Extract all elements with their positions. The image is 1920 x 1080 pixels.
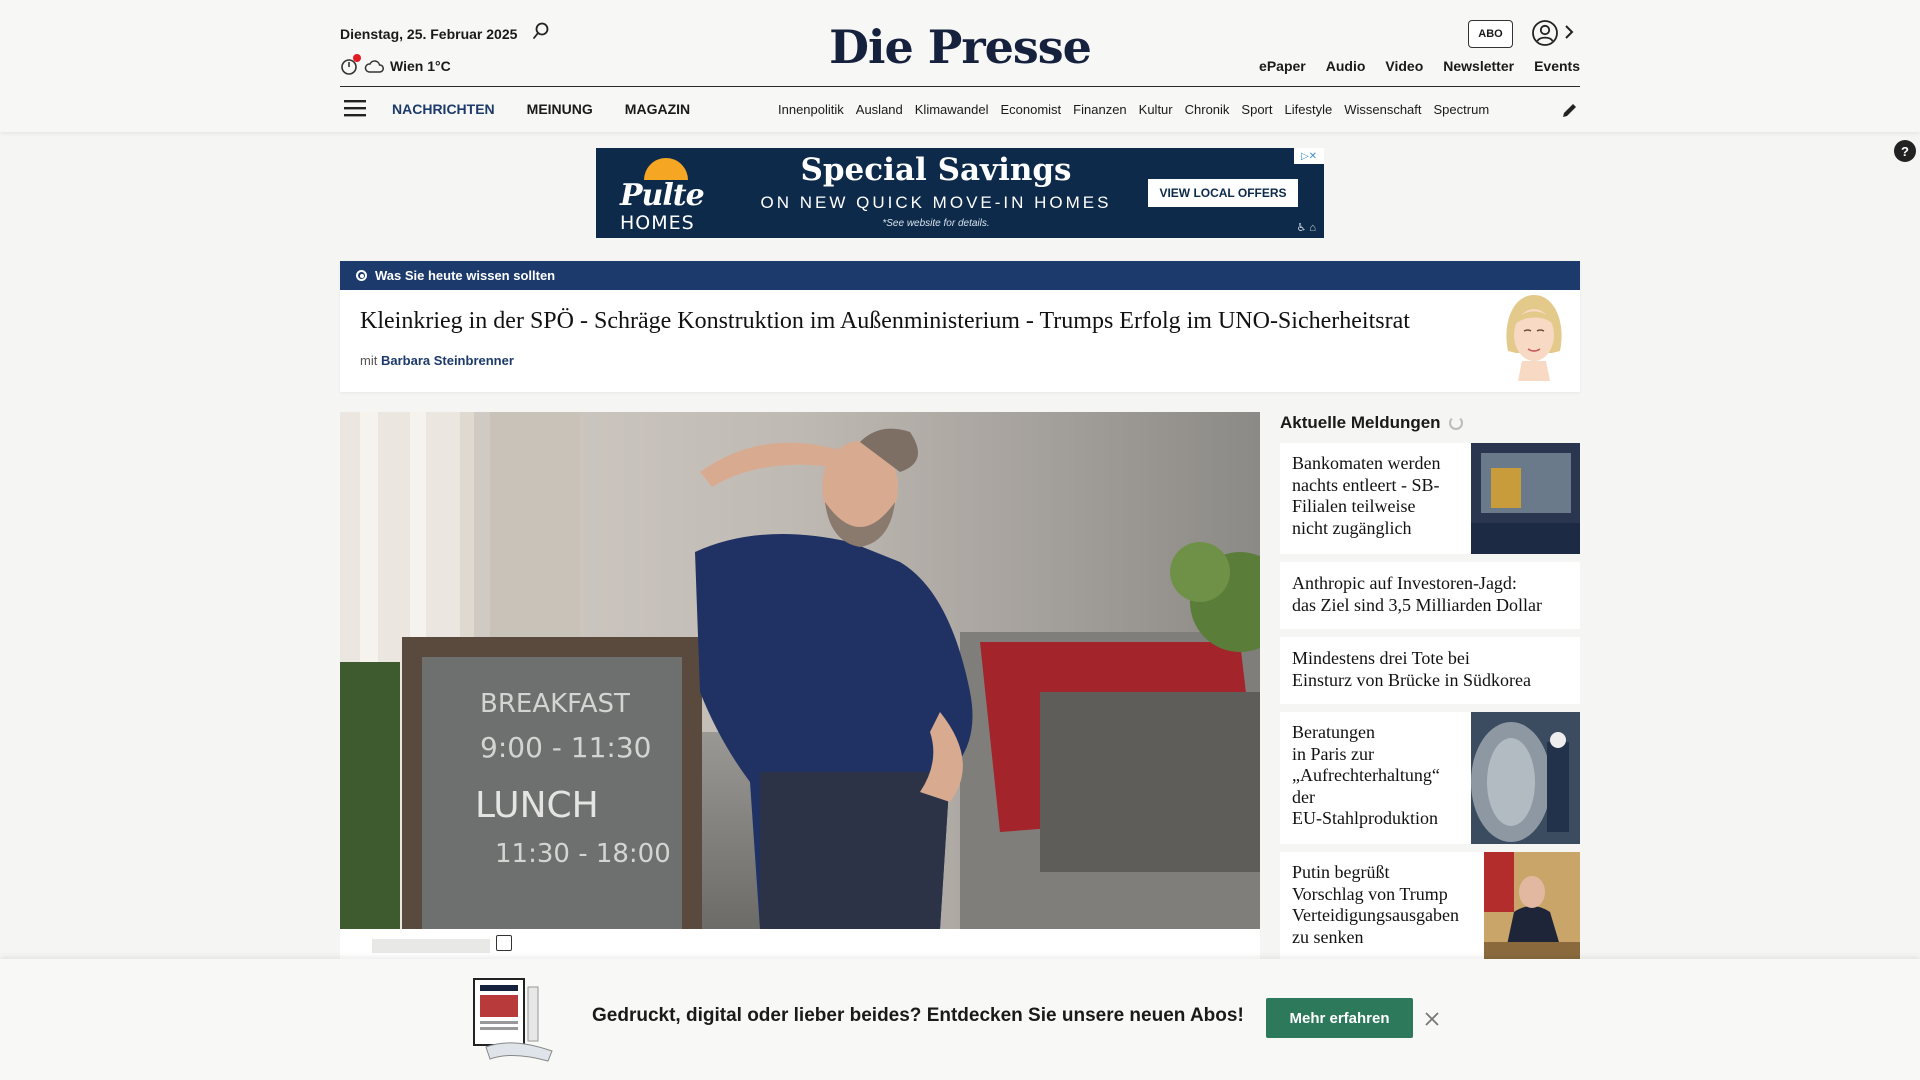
section-klimawandel[interactable]: Klimawandel <box>915 102 989 117</box>
news-item[interactable]: Beratungen in Paris zur „Aufrechterhaltu… <box>1280 712 1580 844</box>
section-wissenschaft[interactable]: Wissenschaft <box>1344 102 1421 117</box>
learn-more-button[interactable]: Mehr erfahren <box>1266 998 1413 1038</box>
news-item[interactable]: Bankomaten werden nachts entleert - SB- … <box>1280 443 1580 554</box>
site-header: Dienstag, 25. Februar 2025 Wien 1°C Die … <box>0 0 1920 132</box>
chalkboard-text-4: 11:30 - 18:00 <box>495 839 671 869</box>
news-title[interactable]: Beratungen in Paris zur „Aufrechterhaltu… <box>1292 722 1440 830</box>
link-audio[interactable]: Audio <box>1326 58 1366 74</box>
ad-brand-top: Pulte <box>620 178 705 213</box>
section-kultur[interactable]: Kultur <box>1139 102 1173 117</box>
news-thumbnail <box>1471 712 1580 844</box>
subscription-promo-bar: Gedruckt, digital oder lieber beides? En… <box>0 959 1920 1080</box>
link-newsletter[interactable]: Newsletter <box>1443 58 1514 74</box>
nav-magazin[interactable]: MAGAZIN <box>625 101 690 117</box>
live-dot-icon <box>356 270 367 281</box>
link-events[interactable]: Events <box>1534 58 1580 74</box>
news-thumbnail <box>1471 443 1580 554</box>
abo-button[interactable]: ABO <box>1468 20 1513 48</box>
chalkboard-text-3: LUNCH <box>475 785 599 826</box>
refresh-icon[interactable] <box>1448 416 1463 430</box>
news-item[interactable]: Putin begrüßt Vorschlag von Trump Vertei… <box>1280 852 1580 959</box>
news-item[interactable]: Mindestens drei Tote bei Einsturz von Br… <box>1280 637 1580 704</box>
nav-nachrichten[interactable]: NACHRICHTEN <box>392 101 495 117</box>
link-video[interactable]: Video <box>1385 58 1423 74</box>
ad-subtitle: ON NEW QUICK MOVE-IN HOMES <box>760 193 1112 212</box>
chalkboard-text-1: BREAKFAST <box>480 689 630 719</box>
hero-image[interactable]: BREAKFAST 9:00 - 11:30 LUNCH 11:30 - 18:… <box>340 412 1260 929</box>
chalkboard-text-2: 9:00 - 11:30 <box>480 731 651 764</box>
news-heading-text: Aktuelle Meldungen <box>1280 413 1441 432</box>
briefing-label-bar: Was Sie heute wissen sollten <box>340 261 1580 290</box>
ad-brand-bottom: HOMES <box>620 212 695 234</box>
section-chronik[interactable]: Chronik <box>1185 102 1230 117</box>
section-finanzen[interactable]: Finanzen <box>1073 102 1126 117</box>
hero-tag-placeholder <box>372 939 490 953</box>
news-heading: Aktuelle Meldungen <box>1280 413 1463 433</box>
daily-briefing-card[interactable]: Was Sie heute wissen sollten Kleinkrieg … <box>340 261 1580 392</box>
briefing-byline: mit Barbara Steinbrenner <box>360 353 514 368</box>
help-icon[interactable]: ? <box>1894 140 1916 162</box>
accessibility-icon[interactable]: ♿ ⌂ <box>1296 221 1316 234</box>
briefing-title[interactable]: Kleinkrieg in der SPÖ - Schräge Konstruk… <box>360 308 1410 335</box>
section-sport[interactable]: Sport <box>1241 102 1272 117</box>
section-lifestyle[interactable]: Lifestyle <box>1285 102 1333 117</box>
advertisement-banner[interactable]: Pulte HOMES Special Savings ON NEW QUICK… <box>596 148 1324 238</box>
user-account-icon[interactable] <box>1531 19 1559 47</box>
promo-text: Gedruckt, digital oder lieber beides? En… <box>592 1005 1244 1026</box>
header-divider <box>340 86 1580 87</box>
sun-logo-icon <box>644 158 688 180</box>
section-ausland[interactable]: Ausland <box>856 102 903 117</box>
ad-note: *See website for details. <box>882 218 990 229</box>
section-spectrum[interactable]: Spectrum <box>1434 102 1490 117</box>
news-item[interactable]: Anthropic auf Investoren-Jagd: das Ziel … <box>1280 562 1580 629</box>
chevron-right-icon[interactable] <box>1563 23 1575 41</box>
nav-fade <box>1500 96 1542 122</box>
hamburger-menu-icon[interactable] <box>344 99 366 117</box>
byline-prefix: mit <box>360 353 378 368</box>
ad-cta-button[interactable]: VIEW LOCAL OFFERS <box>1148 179 1298 207</box>
hero-caption-card <box>340 929 1260 959</box>
news-title[interactable]: Bankomaten werden nachts entleert - SB- … <box>1292 453 1440 539</box>
news-title[interactable]: Mindestens drei Tote bei Einsturz von Br… <box>1292 648 1531 691</box>
site-logo[interactable]: Die Presse <box>0 20 1920 74</box>
briefing-label: Was Sie heute wissen sollten <box>375 268 556 283</box>
main-nav: NACHRICHTEN MEINUNG MAGAZIN <box>392 101 690 117</box>
section-nav: Innenpolitik Ausland Klimawandel Economi… <box>778 102 1540 117</box>
news-title[interactable]: Anthropic auf Investoren-Jagd: das Ziel … <box>1292 573 1542 616</box>
section-economist[interactable]: Economist <box>1000 102 1061 117</box>
top-links: ePaper Audio Video Newsletter Events <box>1259 58 1580 74</box>
news-title[interactable]: Putin begrüßt Vorschlag von Trump Vertei… <box>1292 862 1459 948</box>
author-portrait <box>1506 295 1562 381</box>
nav-meinung[interactable]: MEINUNG <box>527 101 593 117</box>
ad-title: Special Savings <box>800 152 1072 188</box>
ad-choices-icon[interactable]: ▷✕ <box>1294 148 1324 164</box>
hero-photo: BREAKFAST 9:00 - 11:30 LUNCH 11:30 - 18:… <box>340 412 1260 929</box>
news-thumbnail <box>1484 852 1580 959</box>
close-icon[interactable] <box>1423 1010 1441 1028</box>
author-name[interactable]: Barbara Steinbrenner <box>381 353 514 368</box>
section-innenpolitik[interactable]: Innenpolitik <box>778 102 844 117</box>
link-epaper[interactable]: ePaper <box>1259 58 1306 74</box>
pencil-icon[interactable] <box>1561 101 1579 119</box>
bookmark-checkbox[interactable] <box>496 935 512 951</box>
newspaper-icon <box>473 978 553 1062</box>
ad-brand-logo: Pulte HOMES <box>620 156 708 234</box>
